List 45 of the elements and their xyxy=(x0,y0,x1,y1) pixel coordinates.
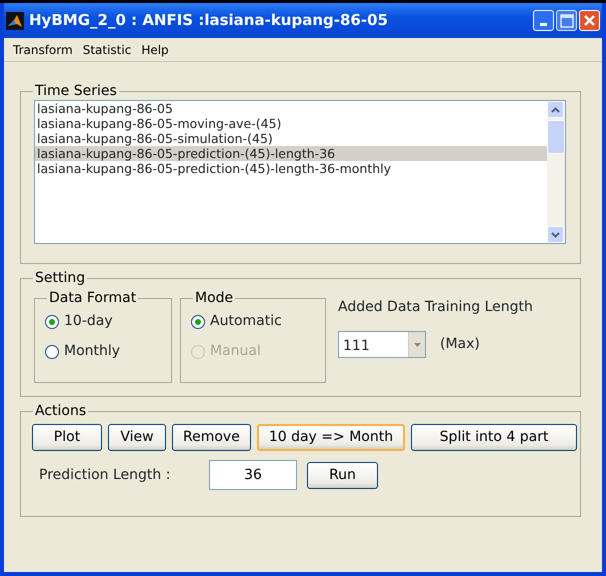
run-button[interactable]: Run xyxy=(307,462,378,488)
list-item[interactable]: lasiana-kupang-86-05-simulation-(45) xyxy=(35,131,547,146)
training-length-dropdown[interactable]: 111 xyxy=(338,331,426,358)
list-item[interactable]: lasiana-kupang-86-05-prediction-(45)-length-36 xyxy=(35,146,547,161)
group-label: Data Format xyxy=(48,291,138,305)
group-label: Mode xyxy=(194,291,234,305)
group-label: Setting xyxy=(34,271,86,285)
radio-button[interactable] xyxy=(191,314,205,328)
scrollbar[interactable] xyxy=(547,101,565,243)
radio-label: Manual xyxy=(210,342,261,361)
max-note: (Max) xyxy=(440,335,480,354)
window-title: HyBMG_2_0 : ANFIS :lasiana-kupang-86-05 xyxy=(29,10,389,32)
scroll-down-button[interactable] xyxy=(547,226,564,243)
list-item[interactable]: lasiana-kupang-86-05 xyxy=(35,101,547,116)
radio-label: Monthly xyxy=(64,342,120,361)
menu-item[interactable]: Transform xyxy=(8,40,78,58)
scroll-thumb[interactable] xyxy=(547,120,565,154)
action-button[interactable]: Remove xyxy=(172,424,251,451)
list-item[interactable]: lasiana-kupang-86-05-prediction-(45)-length-36-monthly xyxy=(35,161,547,176)
group-label: Time Series xyxy=(34,84,118,98)
menu-item[interactable]: Help xyxy=(136,40,174,58)
field-label: Added Data Training Length xyxy=(338,298,533,317)
maximize-icon xyxy=(560,14,574,28)
action-button[interactable]: View xyxy=(108,424,166,451)
minimize-icon xyxy=(540,22,547,26)
caret-icon xyxy=(414,342,420,346)
menu-item[interactable]: Statistic xyxy=(78,40,136,58)
radio-label: 10-day xyxy=(64,312,113,331)
radio-button[interactable] xyxy=(45,314,59,328)
group-label: Actions xyxy=(34,404,88,418)
time-series-list[interactable]: lasiana-kupang-86-05 lasiana-kupang-86-05-moving-ave-(45) lasiana-kupang-86-05-simulation-(45) lasiana-kupang-86-05-prediction-(45)-length-36 lasiana-kupang-86-05-prediction-(45)-length-36-monthly xyxy=(34,100,566,244)
maximize-button[interactable] xyxy=(556,10,577,31)
minimize-button[interactable] xyxy=(533,10,554,31)
close-icon xyxy=(583,14,596,27)
prediction-length-input[interactable]: 36 xyxy=(209,460,297,490)
radio-button[interactable] xyxy=(45,344,59,358)
action-button[interactable]: 10 day => Month xyxy=(256,424,406,451)
scroll-up-button[interactable] xyxy=(547,101,564,118)
app-icon xyxy=(6,12,24,30)
list-item[interactable]: lasiana-kupang-86-05-moving-ave-(45) xyxy=(35,116,547,131)
field-label: Prediction Length : xyxy=(39,466,172,484)
close-button[interactable] xyxy=(579,10,600,31)
action-button[interactable]: Split into 4 part xyxy=(411,424,578,451)
radio-label: Automatic xyxy=(210,312,282,331)
action-button[interactable]: Plot xyxy=(32,424,102,451)
